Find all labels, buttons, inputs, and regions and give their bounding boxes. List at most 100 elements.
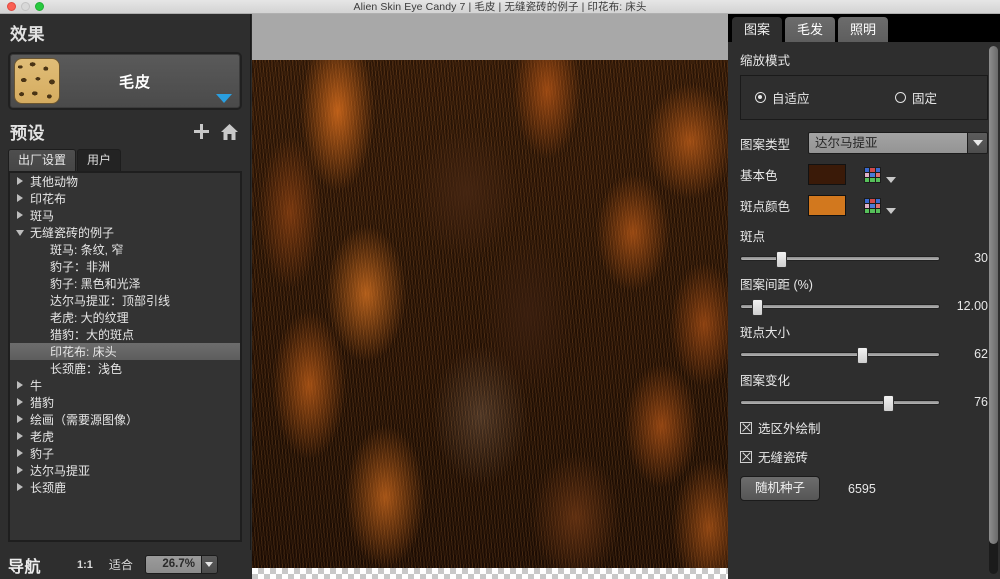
slider-block: 图案变化 76 [740,370,988,412]
preset-tree-item[interactable]: 达尔马提亚：顶部引线 [10,292,240,309]
preset-tree-item-label: 印花布: 床头 [50,345,117,359]
preset-tree-item[interactable]: 长颈鹿：浅色 [10,360,240,377]
plus-icon [193,124,209,139]
spot-color-swatch[interactable] [808,195,846,216]
triangle-right-icon[interactable] [16,466,25,475]
tab-factory-presets[interactable]: 出厂设置 [8,149,77,171]
slider-label: 斑点大小 [740,326,791,340]
preset-tree-item[interactable]: 斑马: 条纹, 窄 [10,241,240,258]
triangle-right-icon[interactable] [16,449,25,458]
transparency-checkerboard [252,568,728,579]
base-color-label: 基本色 [740,169,778,183]
zoom-dropdown-button[interactable] [200,556,217,573]
preset-tree-item[interactable]: 老虎 [10,428,240,445]
slider-track[interactable] [740,298,940,316]
scrollbar-thumb[interactable] [989,46,998,544]
preset-tree-item[interactable]: 达尔马提亚 [10,462,240,479]
triangle-right-icon[interactable] [16,415,25,424]
preset-tree-item-label: 达尔马提亚：顶部引线 [50,294,171,308]
radio-auto-fit[interactable]: 自适应 [755,88,895,107]
spot-color-row: 斑点颜色 [740,195,988,216]
preset-tree-item-label: 老虎: 大的纹理 [50,311,129,325]
preset-tree-item[interactable]: 其他动物 [10,173,240,190]
canvas-empty-band [252,14,728,60]
base-color-palette-dropdown-icon[interactable] [886,177,896,183]
preset-tree-item[interactable]: 豹子：非洲 [10,258,240,275]
effect-selector[interactable]: 毛皮 [8,52,242,110]
slider-knob[interactable] [775,250,787,268]
preset-tree-item[interactable]: 印花布: 床头 [10,343,240,360]
slider-value: 12.00 [956,299,988,313]
slider-block: 斑点大小 62 [740,322,988,364]
spot-color-palette-icon[interactable] [864,197,881,214]
tab-hair[interactable]: 毛发 [785,17,836,42]
preset-tree-item[interactable]: 牛 [10,377,240,394]
slider-knob[interactable] [856,346,868,364]
triangle-right-icon[interactable] [16,483,25,492]
fit-button[interactable]: 适合 [109,556,133,573]
image-preview-canvas[interactable] [252,14,728,579]
preset-tree-item-label: 豹子 [30,447,55,461]
spot-color-label: 斑点颜色 [740,200,791,214]
preset-tree-item[interactable]: 斑马 [10,207,240,224]
triangle-right-icon[interactable] [16,177,25,186]
radio-fixed[interactable]: 固定 [895,88,937,107]
slider-track[interactable] [740,346,940,364]
preset-tree[interactable]: 其他动物 印花布 斑马 无缝瓷砖的例子 斑马: 条纹, 窄豹子：非洲 豹子: 黑色和光泽达… [8,171,242,542]
slider-knob[interactable] [751,298,763,316]
base-color-palette-icon[interactable] [864,166,881,183]
slider-value: 62 [974,347,988,361]
tab-user-presets[interactable]: 用户 [77,149,122,171]
ratio-button[interactable]: 1:1 [77,559,93,571]
preset-tree-item[interactable]: 猎豹 [10,394,240,411]
checkbox-seamless-tile[interactable]: 无缝瓷砖 [740,447,988,466]
preset-tree-item-label: 斑马: 条纹, 窄 [50,243,124,257]
random-seed-value: 6595 [848,481,876,496]
slider-row: 76 [740,394,988,412]
preset-tree-item[interactable]: 无缝瓷砖的例子 [10,224,240,241]
preset-tree-item-label: 斑马 [30,209,55,223]
slider-knob[interactable] [882,394,894,412]
checkbox-indicator [740,450,752,463]
settings-scrollbar[interactable] [989,46,998,574]
preset-tree-item[interactable]: 猎豹：大的斑点 [10,326,240,343]
zoom-combobox[interactable]: 26.7% [144,555,218,574]
slider-track[interactable] [740,250,940,268]
preset-tree-item[interactable]: 豹子: 黑色和光泽 [10,275,240,292]
random-seed-button[interactable]: 随机种子 [740,476,821,501]
pattern-type-select[interactable]: 达尔马提亚 [808,132,988,154]
add-preset-button[interactable] [190,121,212,143]
tab-pattern[interactable]: 图案 [732,17,783,42]
triangle-right-icon[interactable] [16,194,25,203]
preset-tree-item[interactable]: 豹子 [10,445,240,462]
tab-lighting[interactable]: 照明 [838,17,889,42]
radio-auto-fit-label: 自适应 [772,92,810,106]
effects-heading: 效果 [10,25,45,44]
spot-color-palette-dropdown-icon[interactable] [886,208,896,214]
preset-tabs: 出厂设置 用户 [8,149,250,171]
triangle-right-icon[interactable] [16,398,25,407]
pattern-type-dropdown-button[interactable] [967,133,987,153]
triangle-right-icon[interactable] [16,381,25,390]
zoom-value: 26.7% [145,556,201,573]
pattern-type-label: 图案类型 [740,137,791,152]
base-color-swatch[interactable] [808,164,846,185]
preset-tree-item-label: 猎豹：大的斑点 [50,328,135,342]
preset-tree-item[interactable]: 印花布 [10,190,240,207]
triangle-down-icon[interactable] [16,228,25,237]
home-icon [220,123,238,140]
home-preset-button[interactable] [218,121,240,143]
triangle-right-icon[interactable] [16,432,25,441]
window-title: Alien Skin Eye Candy 7 | 毛皮 | 无缝瓷砖的例子 | … [353,0,647,13]
slider-track[interactable] [740,394,940,412]
checkbox-paint-outside-selection[interactable]: 选区外绘制 [740,418,988,437]
triangle-right-icon[interactable] [16,211,25,220]
preset-tree-item[interactable]: 老虎: 大的纹理 [10,309,240,326]
navigation-bar: 导航 1:1 适合 26.7% [0,550,251,579]
application-window: Alien Skin Eye Candy 7 | 毛皮 | 无缝瓷砖的例子 | … [0,0,1000,579]
preset-tree-item-label: 老虎 [30,430,55,444]
preset-tree-item[interactable]: 长颈鹿 [10,479,240,496]
preset-tree-item-label: 牛 [30,379,43,393]
preset-tree-item[interactable]: 绘画（需要源图像） [10,411,240,428]
chevron-down-icon[interactable] [216,94,232,103]
